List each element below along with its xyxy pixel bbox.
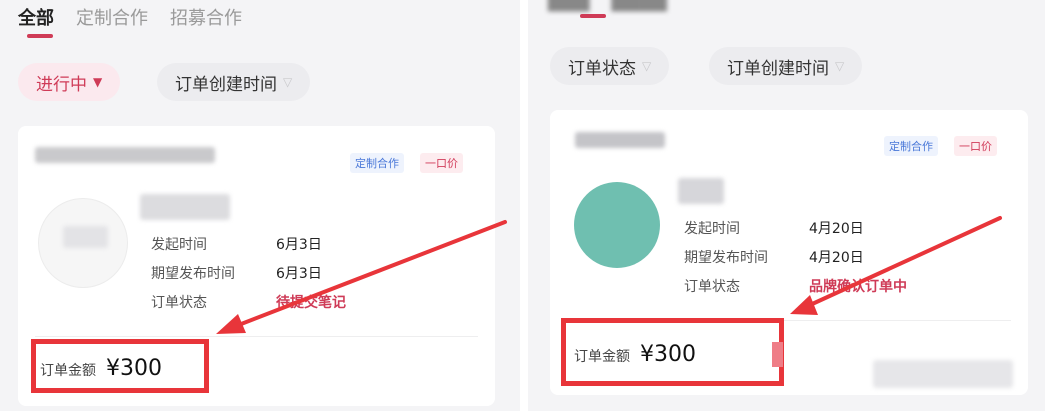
tab-custom-cooperation[interactable]: 定制合作 xyxy=(76,4,148,30)
filter-label: 订单创建时间 xyxy=(727,58,829,79)
badge-custom: 定制合作 xyxy=(350,153,404,173)
filter-in-progress[interactable]: 进行中 ▼ xyxy=(18,63,121,101)
badge-fixed-price: 一口价 xyxy=(954,136,997,156)
chevron-down-icon: ▽ xyxy=(283,75,293,89)
blurred-brand-name xyxy=(35,147,215,163)
info-row-expected-publish-time: 期望发布时间 6月3日 xyxy=(151,266,322,282)
info-row-start-time: 发起时间 6月3日 xyxy=(151,237,322,253)
info-row-expected-publish-time: 期望发布时间 4月20日 xyxy=(684,250,864,266)
chevron-down-icon: ▽ xyxy=(642,59,652,73)
blurred-nickname xyxy=(140,194,230,220)
filter-label: 订单创建时间 xyxy=(175,74,277,95)
filter-label: 订单状态 xyxy=(568,58,636,79)
tab-cropped[interactable]: ▇▇▇▇ xyxy=(612,0,667,12)
blurred-watermark xyxy=(873,360,1013,388)
info-row-start-time: 发起时间 4月20日 xyxy=(684,221,864,237)
annotation-highlight-box xyxy=(561,318,784,386)
info-row-order-status: 订单状态 待提交笔记 xyxy=(151,295,346,311)
chevron-down-icon: ▽ xyxy=(835,59,845,73)
avatar xyxy=(574,182,660,268)
left-screenshot-panel: 全部 定制合作 招募合作 进行中 ▼ 订单创建时间 ▽ 定制合作 一口价 发起时… xyxy=(0,0,520,411)
filter-label: 进行中 xyxy=(36,74,87,95)
tab-cropped[interactable]: ▇▇▇ xyxy=(548,0,590,12)
annotation-marker xyxy=(772,342,783,367)
panel-gap xyxy=(520,0,528,411)
blurred-avatar-content xyxy=(63,226,108,248)
badge-fixed-price: 一口价 xyxy=(420,153,463,173)
badge-custom: 定制合作 xyxy=(884,136,938,156)
divider xyxy=(35,336,478,337)
blurred-brand-name xyxy=(575,132,665,148)
blurred-nickname xyxy=(678,178,724,204)
tab-all[interactable]: 全部 xyxy=(18,4,54,30)
tab-active-indicator xyxy=(27,34,53,38)
tab-recruit-cooperation[interactable]: 招募合作 xyxy=(170,4,242,30)
filter-order-created-time[interactable]: 订单创建时间 ▽ xyxy=(157,63,311,101)
tab-active-indicator xyxy=(580,14,606,18)
annotation-highlight-box xyxy=(31,339,209,393)
tab-bar-cropped: ▇▇▇ ▇▇▇▇ xyxy=(548,0,667,12)
info-row-order-status: 订单状态 品牌确认订单中 xyxy=(684,279,907,295)
filter-order-status[interactable]: 订单状态 ▽ xyxy=(550,47,670,85)
filter-order-created-time[interactable]: 订单创建时间 ▽ xyxy=(709,47,863,85)
right-screenshot-panel: ▇▇▇ ▇▇▇▇ 订单状态 ▽ 订单创建时间 ▽ 定制合作 一口价 发起时间 4… xyxy=(528,0,1045,411)
tab-bar: 全部 定制合作 招募合作 xyxy=(18,4,242,30)
chevron-down-icon: ▼ xyxy=(93,75,103,89)
